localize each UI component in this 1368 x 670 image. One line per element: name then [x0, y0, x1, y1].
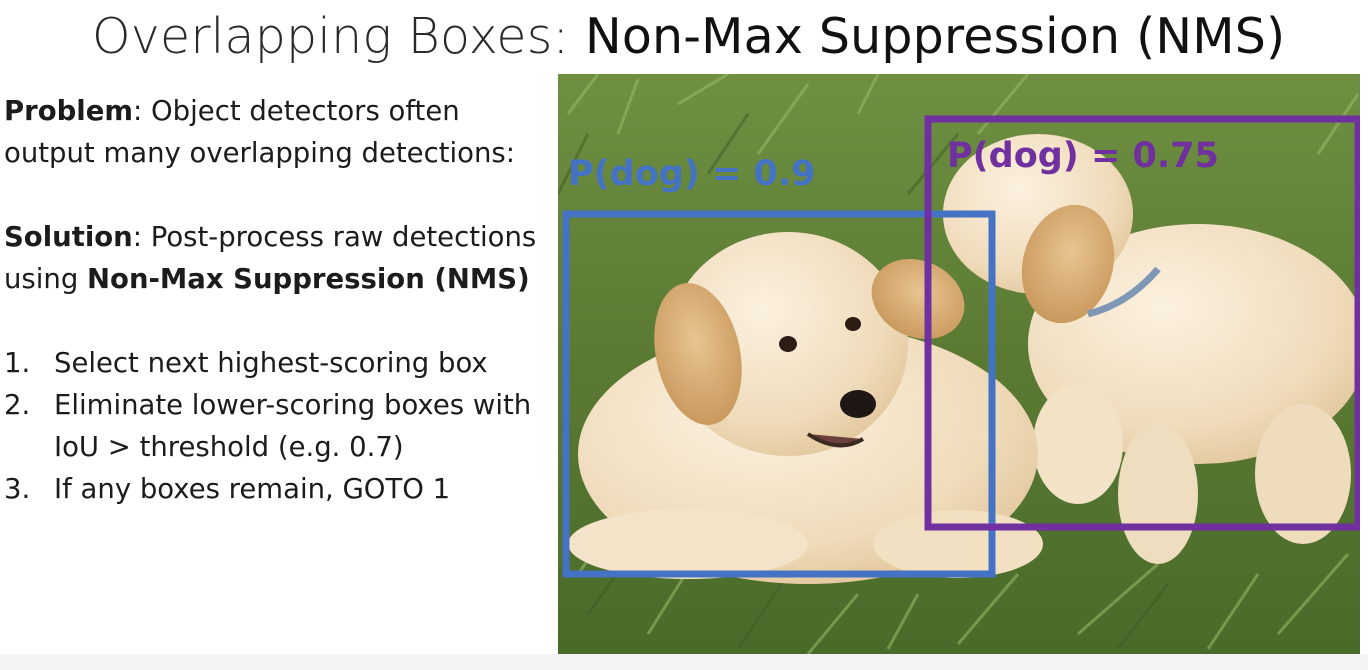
title-part-2: Non-Max Suppression (NMS)	[584, 8, 1286, 65]
step-number: 1.	[4, 347, 31, 379]
slide-title: Overlapping Boxes: Non-Max Suppression (…	[92, 8, 1285, 65]
solution-emphasis: Non-Max Suppression (NMS)	[87, 263, 530, 295]
step-text: Eliminate lower-scoring boxes with IoU >…	[54, 389, 532, 463]
step-item: 3. If any boxes remain, GOTO 1	[4, 468, 544, 510]
step-number: 3.	[4, 473, 31, 505]
nms-steps-list: 1. Select next highest-scoring box 2. Elim…	[4, 342, 544, 510]
step-text: Select next highest-scoring box	[54, 347, 488, 379]
box-label-2: P(dog) = 0.75	[947, 136, 1219, 176]
solution-paragraph: Solution: Post-process raw detections us…	[4, 216, 544, 300]
left-text-block: Problem: Object detectors often output m…	[4, 90, 544, 510]
step-item: 1. Select next highest-scoring box	[4, 342, 544, 384]
problem-paragraph: Problem: Object detectors often output m…	[4, 90, 544, 174]
title-part-1: Overlapping Boxes:	[92, 8, 585, 65]
step-item: 2. Eliminate lower-scoring boxes with IoU…	[4, 384, 544, 468]
slide: Overlapping Boxes: Non-Max Suppression (…	[0, 0, 1368, 670]
step-text: If any boxes remain, GOTO 1	[54, 473, 451, 505]
box-label-1: P(dog) = 0.9	[568, 154, 816, 194]
solution-label: Solution	[4, 221, 133, 253]
step-number: 2.	[4, 389, 31, 421]
problem-label: Problem	[4, 95, 134, 127]
bottom-strip	[0, 654, 1368, 670]
